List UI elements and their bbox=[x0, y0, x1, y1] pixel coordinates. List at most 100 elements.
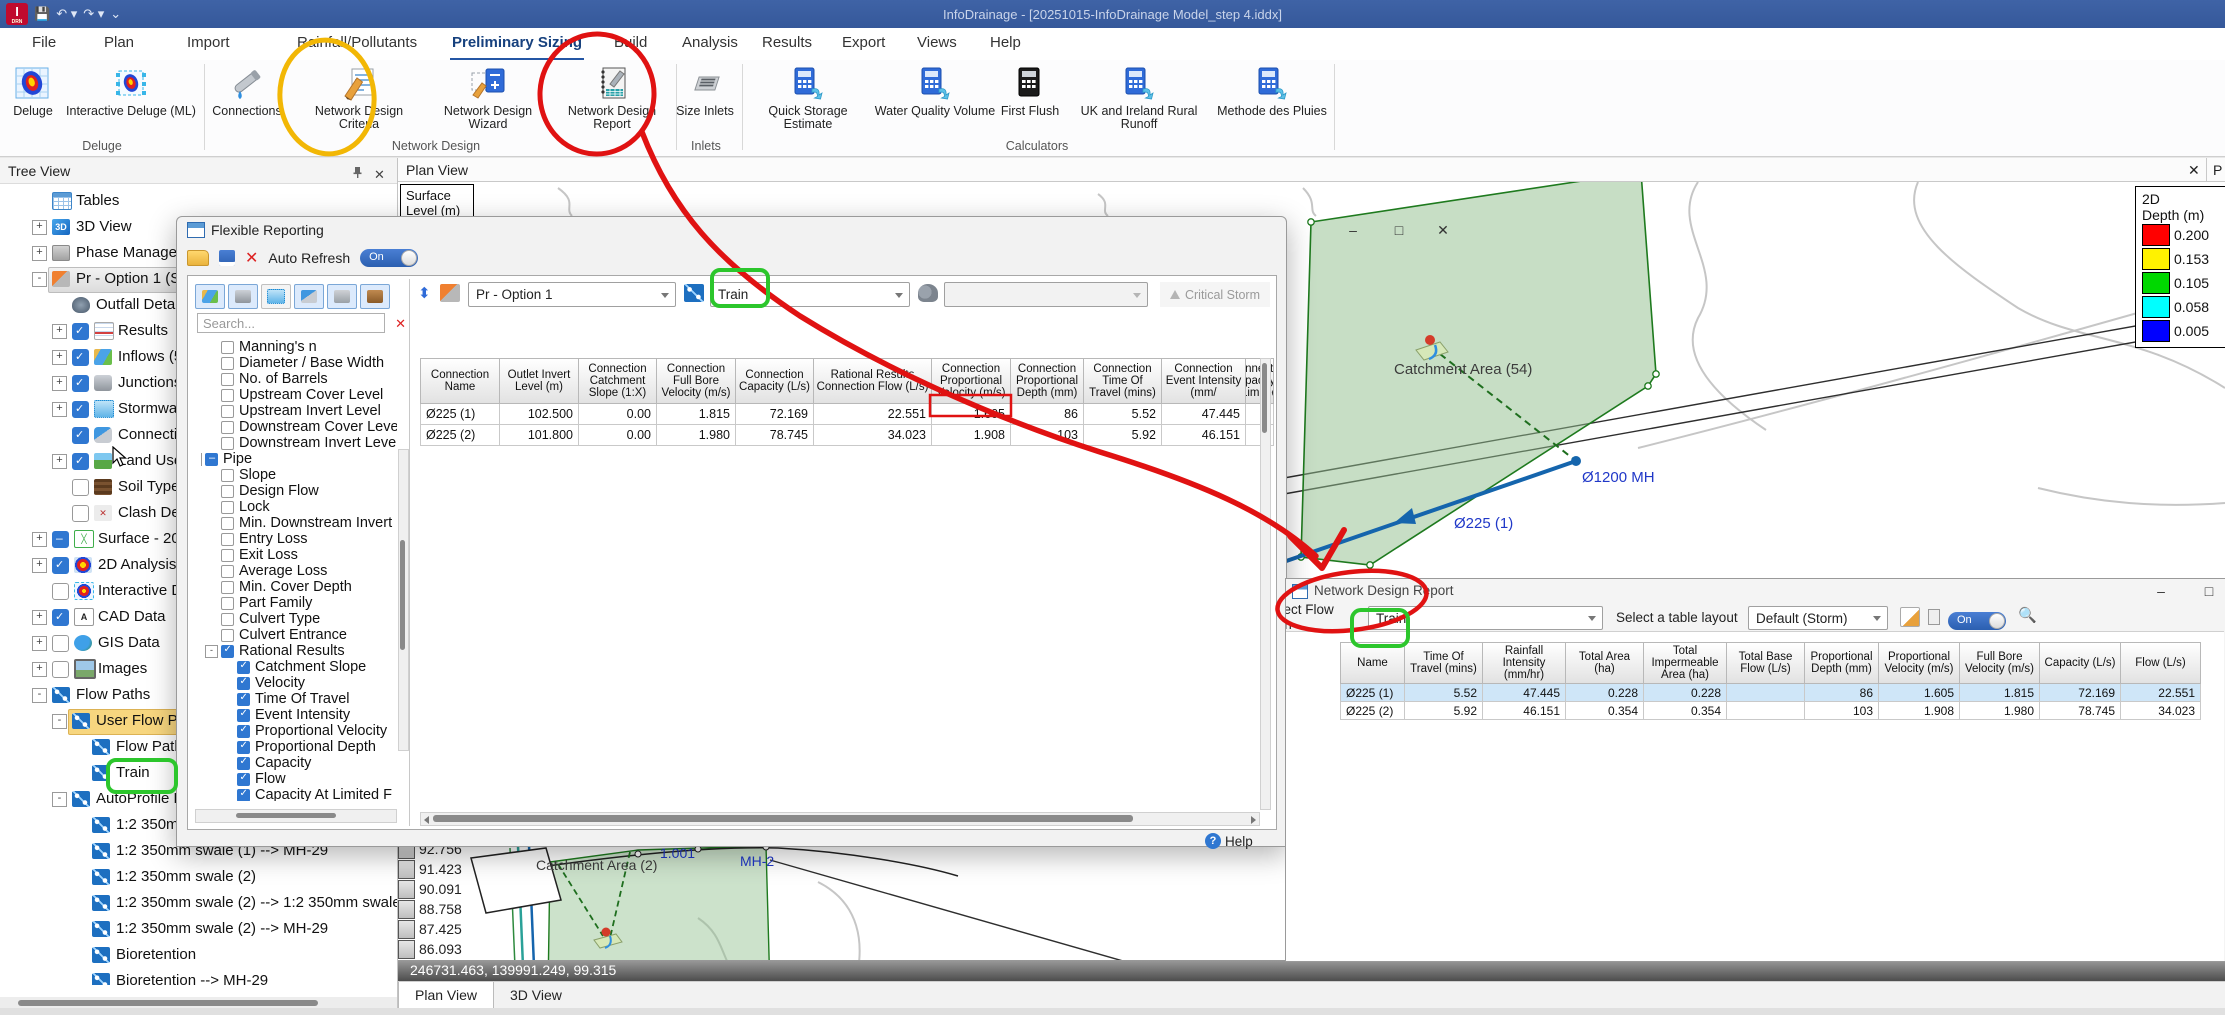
field-checkbox[interactable] bbox=[237, 725, 250, 738]
field-checkbox[interactable] bbox=[221, 437, 234, 450]
field-item-event-intensity[interactable]: Event Intensity bbox=[201, 707, 397, 723]
ribbon-button-size-inlets[interactable]: Size Inlets bbox=[674, 63, 736, 139]
field-checkbox[interactable] bbox=[221, 373, 234, 386]
maximize-icon[interactable]: □ bbox=[2201, 583, 2217, 599]
column-header[interactable]: Full Bore Velocity (m/s) bbox=[1960, 642, 2040, 684]
field-checkbox[interactable] bbox=[221, 597, 234, 610]
tree-checkbox[interactable] bbox=[72, 375, 89, 392]
field-checkbox[interactable] bbox=[221, 581, 234, 594]
maximize-icon[interactable]: □ bbox=[1391, 222, 1407, 238]
ribbon-button-connections[interactable]: Connections bbox=[200, 63, 294, 139]
tree-checkbox[interactable] bbox=[72, 505, 89, 522]
field-item-min-cover-depth[interactable]: Min. Cover Depth bbox=[201, 579, 397, 595]
tree-item-1-2-350mm-swale-2-[interactable]: 1:2 350mm swale (2) bbox=[0, 864, 397, 890]
column-header[interactable]: Capacity (L/s) bbox=[2040, 642, 2121, 684]
edit-layout-icon[interactable] bbox=[1900, 607, 1920, 627]
save-icon[interactable]: 💾 bbox=[34, 3, 50, 25]
expander-icon[interactable]: + bbox=[32, 246, 47, 261]
field-checkbox[interactable] bbox=[221, 389, 234, 402]
column-header[interactable]: Total Base Flow (L/s) bbox=[1727, 642, 1805, 684]
field-checkbox[interactable] bbox=[221, 549, 234, 562]
inlets-filter-button[interactable] bbox=[327, 284, 357, 309]
open-icon[interactable] bbox=[187, 250, 209, 266]
tree-checkbox[interactable] bbox=[72, 479, 89, 496]
field-item-design-flow[interactable]: Design Flow bbox=[201, 483, 397, 499]
column-header[interactable]: Name bbox=[1340, 642, 1405, 684]
tree-item-tables[interactable]: Tables bbox=[0, 188, 397, 214]
column-header[interactable]: Connection Proportional Velocity (m/s) bbox=[932, 358, 1011, 404]
field-checkbox[interactable] bbox=[221, 341, 234, 354]
column-header[interactable]: Connection Catchment Slope (1:X) bbox=[579, 358, 657, 404]
reorder-icon[interactable]: ⬍ bbox=[418, 284, 431, 302]
column-header[interactable]: Rainfall Intensity (mm/hr) bbox=[1483, 642, 1566, 684]
tree-checkbox[interactable] bbox=[52, 531, 69, 548]
field-checkbox[interactable] bbox=[237, 773, 250, 786]
field-checkbox[interactable] bbox=[221, 629, 234, 642]
field-checkbox[interactable] bbox=[221, 405, 234, 418]
expander-icon[interactable]: + bbox=[32, 220, 47, 235]
menu-tab-export[interactable]: Export bbox=[840, 28, 887, 58]
ndr-layout-select[interactable]: Default (Storm) bbox=[1748, 606, 1888, 630]
ribbon-button-deluge[interactable]: Deluge bbox=[4, 63, 62, 139]
field-checkbox[interactable] bbox=[221, 517, 234, 530]
field-checkbox[interactable] bbox=[221, 565, 234, 578]
field-item-min-downstream-invert[interactable]: Min. Downstream Invert bbox=[201, 515, 397, 531]
field-item-exit-loss[interactable]: Exit Loss bbox=[201, 547, 397, 563]
field-item-catchment-slope[interactable]: Catchment Slope bbox=[201, 659, 397, 675]
field-item-culvert-type[interactable]: Culvert Type bbox=[201, 611, 397, 627]
table-row[interactable]: Ø225 (1)5.5247.4450.2280.228861.6051.815… bbox=[1340, 684, 2201, 702]
field-item-entry-loss[interactable]: Entry Loss bbox=[201, 531, 397, 547]
field-checkbox[interactable] bbox=[221, 421, 234, 434]
view-tab-plan-view[interactable]: Plan View bbox=[398, 982, 494, 1009]
menu-tab-results[interactable]: Results bbox=[760, 28, 814, 58]
menu-tab-views[interactable]: Views bbox=[915, 28, 959, 58]
menu-tab-import[interactable]: Import bbox=[185, 28, 232, 58]
ribbon-button-quick-storage-estimate[interactable]: Quick Storage Estimate bbox=[744, 63, 872, 139]
tree-checkbox[interactable] bbox=[52, 635, 69, 652]
field-item-pipe[interactable]: -Pipe bbox=[201, 451, 397, 467]
column-header[interactable]: Time Of Travel (mins) bbox=[1405, 642, 1483, 684]
collapsed-properties-tab[interactable]: P bbox=[2206, 158, 2222, 182]
ndr-title-bar[interactable]: Network Design Report – □ bbox=[1286, 579, 2225, 603]
ndr-table[interactable]: NameTime Of Travel (mins)Rainfall Intens… bbox=[1340, 642, 2201, 720]
menu-tab-build[interactable]: Build bbox=[612, 28, 649, 58]
close-icon[interactable]: ✕ bbox=[1435, 222, 1451, 238]
menu-tab-file[interactable]: File bbox=[30, 28, 58, 58]
field-checkbox[interactable] bbox=[221, 613, 234, 626]
expander-icon[interactable]: + bbox=[32, 558, 47, 573]
close-icon[interactable]: ✕ bbox=[2188, 158, 2200, 182]
field-checkbox[interactable] bbox=[237, 709, 250, 722]
delete-icon[interactable]: ✕ bbox=[245, 248, 258, 268]
report-table[interactable]: Connection NameOutlet Invert Level (m)Co… bbox=[420, 358, 1274, 446]
field-item-rational-results[interactable]: -Rational Results bbox=[201, 643, 397, 659]
auto-refresh-toggle[interactable]: On bbox=[360, 249, 418, 267]
field-checkbox[interactable] bbox=[221, 533, 234, 546]
field-checkbox[interactable] bbox=[237, 757, 250, 770]
tree-checkbox[interactable] bbox=[72, 401, 89, 418]
table-row[interactable]: Ø225 (2)101.8000.001.98078.74534.0231.90… bbox=[420, 425, 1274, 446]
expander-icon[interactable]: + bbox=[32, 662, 47, 677]
critical-storm-button[interactable]: Critical Storm bbox=[1160, 282, 1270, 307]
view-tab-3d-view[interactable]: 3D View bbox=[494, 982, 578, 1008]
tree-item-1-2-350mm-swale-2-mh-29[interactable]: 1:2 350mm swale (2) --> MH-29 bbox=[0, 916, 397, 942]
expander-icon[interactable]: + bbox=[32, 636, 47, 651]
dialog-title-bar[interactable]: Flexible Reporting – □ ✕ bbox=[177, 217, 1286, 243]
phase-select[interactable]: Pr - Option 1 bbox=[468, 282, 676, 307]
stormwater-filter-button[interactable] bbox=[261, 284, 291, 309]
inflows-filter-button[interactable] bbox=[195, 284, 225, 309]
field-item-part-family[interactable]: Part Family bbox=[201, 595, 397, 611]
expander-icon[interactable]: - bbox=[32, 688, 47, 703]
field-item-upstream-invert-level[interactable]: Upstream Invert Level bbox=[201, 403, 397, 419]
ribbon-button-network-design-wizard[interactable]: Network Design Wizard bbox=[424, 63, 552, 139]
tree-checkbox[interactable] bbox=[72, 453, 89, 470]
menu-tab-plan[interactable]: Plan bbox=[102, 28, 136, 58]
column-header[interactable]: Flow (L/s) bbox=[2121, 642, 2201, 684]
column-header[interactable]: Proportional Depth (mm) bbox=[1805, 642, 1879, 684]
field-checkbox[interactable] bbox=[237, 693, 250, 706]
help-button[interactable]: ? Help bbox=[1205, 833, 1253, 849]
undo-icon[interactable]: ↶ ▾ bbox=[56, 3, 77, 25]
field-checkbox[interactable] bbox=[205, 453, 218, 466]
app-icon[interactable]: IDRN bbox=[6, 3, 28, 25]
pin-icon[interactable] bbox=[352, 162, 363, 188]
field-checkbox[interactable] bbox=[221, 485, 234, 498]
